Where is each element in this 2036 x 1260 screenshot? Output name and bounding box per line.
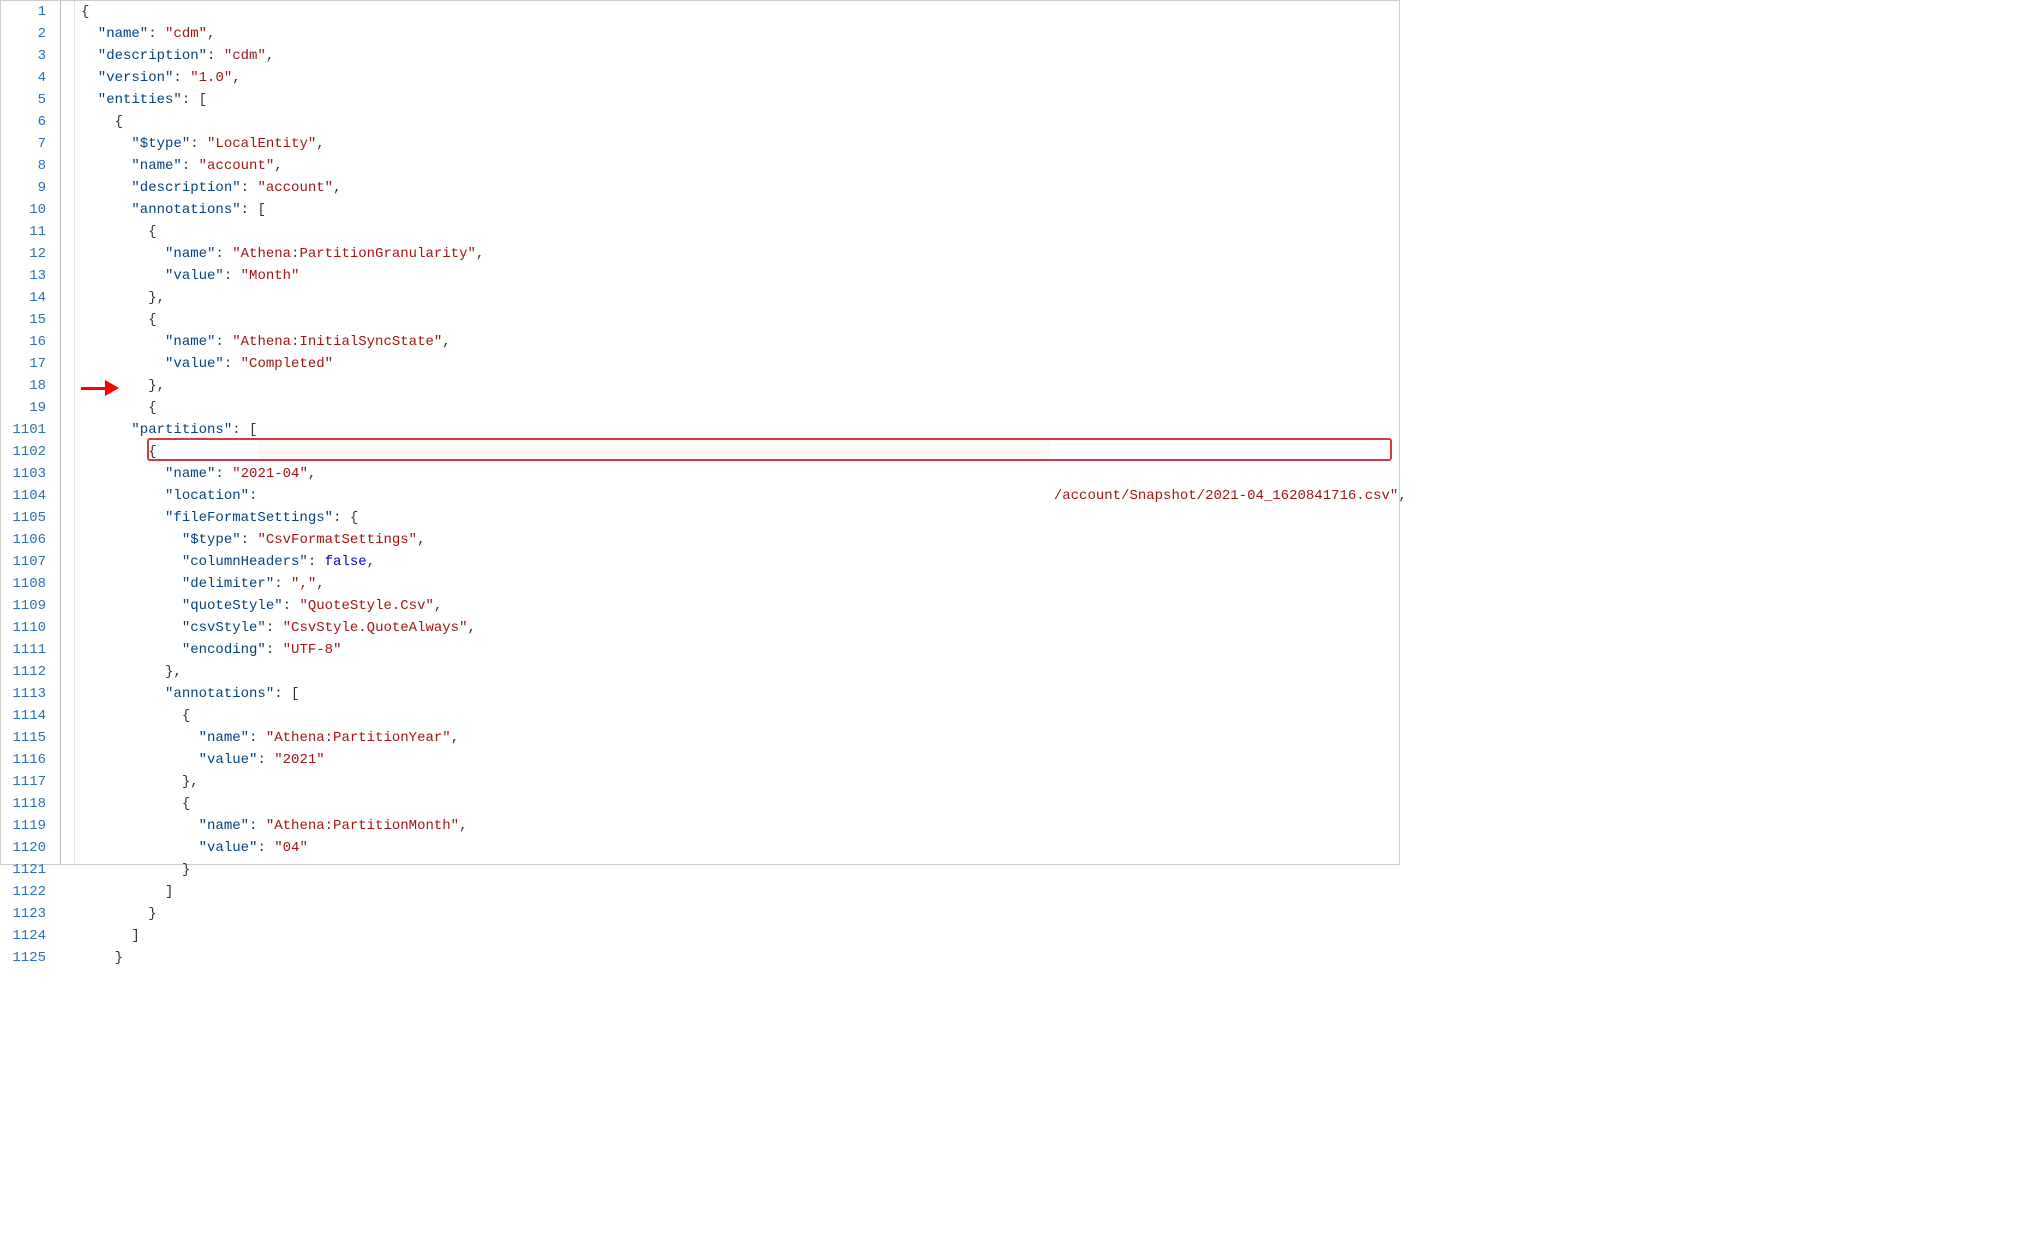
code-line[interactable]: {: [81, 111, 1407, 133]
code-line[interactable]: "encoding": "UTF-8": [81, 639, 1407, 661]
code-line[interactable]: {: [81, 793, 1407, 815]
code-line[interactable]: }: [81, 903, 1407, 925]
line-number: 1: [1, 1, 46, 23]
code-editor[interactable]: 1234567891011121314151617181911011102110…: [1, 1, 1399, 864]
code-line[interactable]: "name": "Athena:PartitionGranularity",: [81, 243, 1407, 265]
code-line[interactable]: },: [81, 771, 1407, 793]
code-line[interactable]: "partitions": [: [81, 419, 1407, 441]
line-number: 1110: [1, 617, 46, 639]
code-line[interactable]: {: [81, 1, 1407, 23]
line-number: 1124: [1, 925, 46, 947]
line-number: 1114: [1, 705, 46, 727]
code-area[interactable]: { "name": "cdm", "description": "cdm", "…: [75, 1, 1407, 864]
line-number: 1116: [1, 749, 46, 771]
code-line[interactable]: "fileFormatSettings": {: [81, 507, 1407, 529]
line-number: 1109: [1, 595, 46, 617]
code-line[interactable]: "delimiter": ",",: [81, 573, 1407, 595]
line-number: 1105: [1, 507, 46, 529]
line-number: 1125: [1, 947, 46, 969]
code-line[interactable]: }: [81, 859, 1407, 881]
code-line[interactable]: "name": "Athena:InitialSyncState",: [81, 331, 1407, 353]
code-line[interactable]: "quoteStyle": "QuoteStyle.Csv",: [81, 595, 1407, 617]
code-line[interactable]: "annotations": [: [81, 683, 1407, 705]
line-number: 2: [1, 23, 46, 45]
code-line[interactable]: "entities": [: [81, 89, 1407, 111]
line-number: 10: [1, 199, 46, 221]
code-line[interactable]: ]: [81, 881, 1407, 903]
code-line[interactable]: },: [81, 661, 1407, 683]
line-number: 4: [1, 67, 46, 89]
line-number: 19: [1, 397, 46, 419]
code-line[interactable]: "value": "04": [81, 837, 1407, 859]
code-line[interactable]: "columnHeaders": false,: [81, 551, 1407, 573]
code-line[interactable]: "name": "cdm",: [81, 23, 1407, 45]
code-line[interactable]: {: [81, 221, 1407, 243]
line-number: 1102: [1, 441, 46, 463]
code-line[interactable]: "csvStyle": "CsvStyle.QuoteAlways",: [81, 617, 1407, 639]
code-line[interactable]: {: [81, 397, 1407, 419]
line-number: 1104: [1, 485, 46, 507]
code-line[interactable]: "name": "account",: [81, 155, 1407, 177]
code-line[interactable]: "annotations": [: [81, 199, 1407, 221]
code-line[interactable]: "name": "2021-04",: [81, 463, 1407, 485]
line-number: 1111: [1, 639, 46, 661]
line-number: 1107: [1, 551, 46, 573]
code-line[interactable]: "$type": "CsvFormatSettings",: [81, 529, 1407, 551]
line-number: 1101: [1, 419, 46, 441]
line-number: 1117: [1, 771, 46, 793]
line-number: 1123: [1, 903, 46, 925]
line-number: 13: [1, 265, 46, 287]
code-line[interactable]: "value": "2021": [81, 749, 1407, 771]
line-number: 16: [1, 331, 46, 353]
code-line[interactable]: ]: [81, 925, 1407, 947]
line-number: 1108: [1, 573, 46, 595]
code-line[interactable]: {: [81, 309, 1407, 331]
code-line[interactable]: "value": "Month": [81, 265, 1407, 287]
line-number-gutter: 1234567891011121314151617181911011102110…: [1, 1, 61, 864]
code-line[interactable]: "description": "account",: [81, 177, 1407, 199]
line-number: 1120: [1, 837, 46, 859]
code-line[interactable]: "version": "1.0",: [81, 67, 1407, 89]
line-number: 1119: [1, 815, 46, 837]
code-line[interactable]: "location": /account/Snapshot/2021-04_16…: [81, 485, 1407, 507]
line-number: 7: [1, 133, 46, 155]
code-line[interactable]: "$type": "LocalEntity",: [81, 133, 1407, 155]
line-number: 3: [1, 45, 46, 67]
line-number: 1106: [1, 529, 46, 551]
line-number: 6: [1, 111, 46, 133]
line-number: 17: [1, 353, 46, 375]
line-number: 5: [1, 89, 46, 111]
line-number: 1113: [1, 683, 46, 705]
line-number: 1112: [1, 661, 46, 683]
line-number: 1118: [1, 793, 46, 815]
line-number: 11: [1, 221, 46, 243]
line-number: 18: [1, 375, 46, 397]
code-line[interactable]: {: [81, 705, 1407, 727]
code-line[interactable]: },: [81, 287, 1407, 309]
line-number: 1121: [1, 859, 46, 881]
line-number: 12: [1, 243, 46, 265]
code-line[interactable]: },: [81, 375, 1407, 397]
line-number: 8: [1, 155, 46, 177]
line-number: 9: [1, 177, 46, 199]
code-line[interactable]: "name": "Athena:PartitionMonth",: [81, 815, 1407, 837]
code-line[interactable]: "value": "Completed": [81, 353, 1407, 375]
code-line[interactable]: }: [81, 947, 1407, 969]
line-number: 1122: [1, 881, 46, 903]
line-number: 1115: [1, 727, 46, 749]
fold-bar: [61, 1, 75, 864]
code-line[interactable]: "description": "cdm",: [81, 45, 1407, 67]
line-number: 1103: [1, 463, 46, 485]
line-number: 14: [1, 287, 46, 309]
redaction-bar: [259, 440, 1049, 459]
code-line[interactable]: "name": "Athena:PartitionYear",: [81, 727, 1407, 749]
line-number: 15: [1, 309, 46, 331]
